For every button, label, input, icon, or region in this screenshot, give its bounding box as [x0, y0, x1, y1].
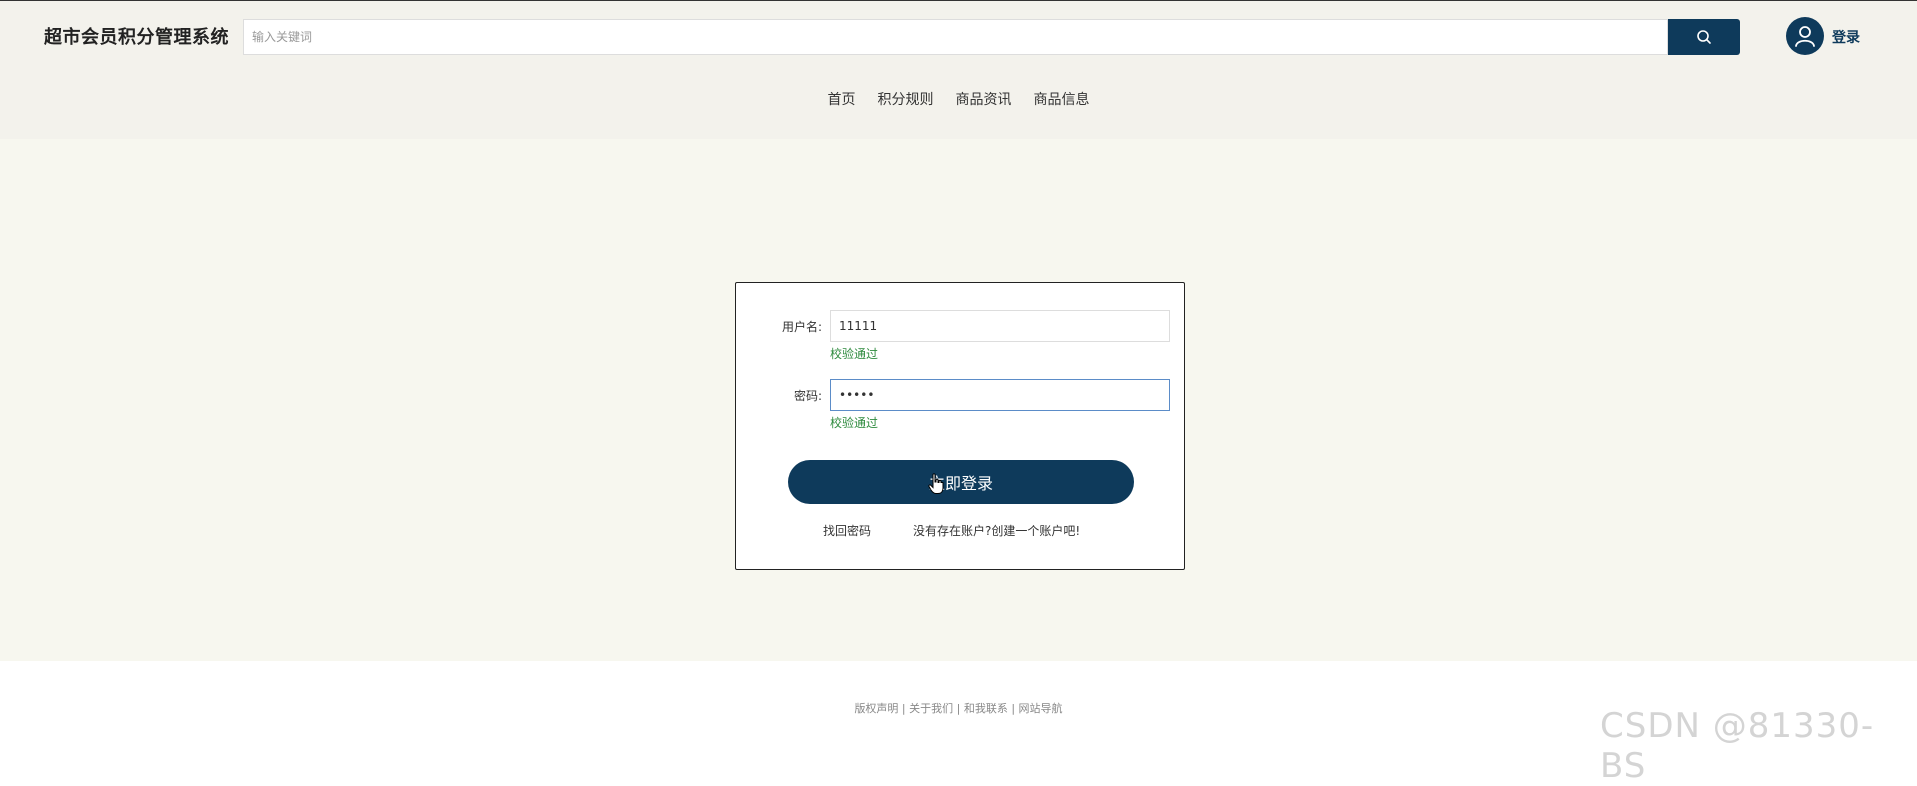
- username-validation-message: 校验通过: [830, 347, 879, 361]
- nav-item-product-news[interactable]: 商品资讯: [956, 89, 1012, 109]
- password-validation-message: 校验通过: [830, 416, 879, 430]
- footer-link-sitemap[interactable]: 网站导航: [1019, 702, 1063, 715]
- footer-link-copyright[interactable]: 版权声明: [854, 702, 898, 715]
- header: 超市会员积分管理系统 登录 首页 积分规则 商品资讯 商品信息: [0, 1, 1917, 139]
- header-login-link[interactable]: 登录: [1832, 27, 1860, 47]
- search-icon: [1697, 30, 1711, 44]
- search-button[interactable]: [1668, 19, 1740, 55]
- user-avatar[interactable]: [1786, 17, 1824, 55]
- forgot-password-link[interactable]: 找回密码: [823, 522, 871, 539]
- login-submit-button[interactable]: 立即登录: [788, 460, 1134, 504]
- main-content: 用户名: 校验通过 密码: 校验通过 立即登录 找回密码 没有存在账户?创建一个…: [0, 139, 1917, 661]
- footer-separator: |: [898, 702, 910, 715]
- site-title: 超市会员积分管理系统: [44, 27, 229, 48]
- watermark: CSDN @81330-BS: [1600, 706, 1875, 786]
- nav-item-product-info[interactable]: 商品信息: [1034, 89, 1090, 109]
- footer-link-about[interactable]: 关于我们: [909, 702, 953, 715]
- footer-link-contact[interactable]: 和我联系: [964, 702, 1008, 715]
- username-label: 用户名:: [781, 320, 822, 334]
- username-field[interactable]: [830, 310, 1170, 342]
- nav-item-home[interactable]: 首页: [828, 89, 856, 109]
- login-form: 用户名: 校验通过 密码: 校验通过 立即登录 找回密码 没有存在账户?创建一个…: [735, 282, 1185, 570]
- register-link[interactable]: 没有存在账户?创建一个账户吧!: [913, 522, 1080, 539]
- main-nav: 首页 积分规则 商品资讯 商品信息: [0, 89, 1917, 109]
- password-field[interactable]: [830, 379, 1170, 411]
- nav-item-points-rules[interactable]: 积分规则: [878, 89, 934, 109]
- footer-separator: |: [953, 702, 964, 715]
- user-icon: [1795, 26, 1815, 47]
- hand-cursor-icon: [928, 473, 944, 494]
- password-label: 密码:: [793, 389, 822, 403]
- footer-separator: |: [1007, 702, 1019, 715]
- search-input[interactable]: [243, 19, 1668, 55]
